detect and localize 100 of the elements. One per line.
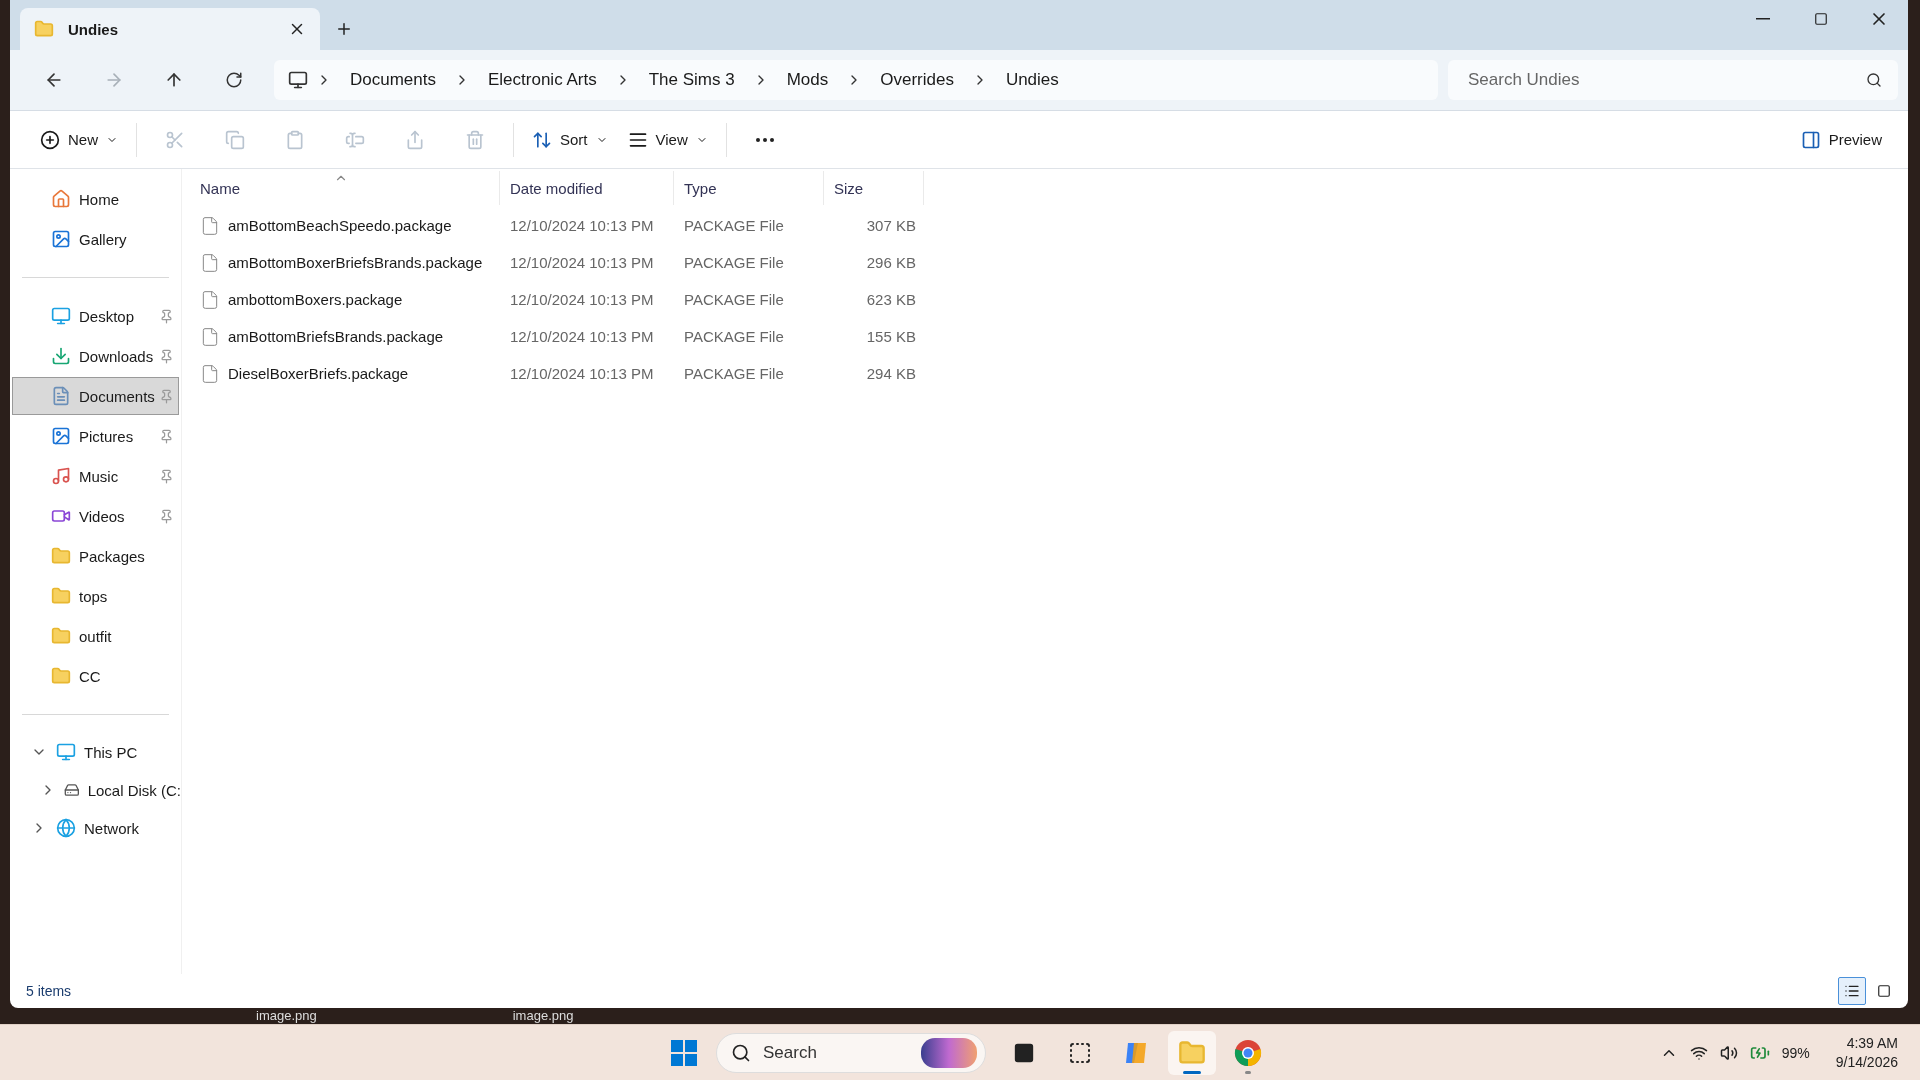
list-icon: [1844, 983, 1860, 999]
file-icon: [200, 252, 220, 273]
sidebar-item[interactable]: Pictures: [12, 417, 179, 455]
document-icon: [51, 386, 71, 406]
sidebar-label: tops: [79, 587, 108, 605]
battery-percent: 99%: [1781, 1044, 1810, 1061]
file-icon: [200, 289, 220, 310]
folder-icon: [51, 626, 71, 646]
table-cell-text: 12/10/2024 10:13 PM: [509, 217, 655, 234]
sidebar-item[interactable]: Gallery: [12, 220, 179, 258]
volume-icon[interactable]: [1719, 1043, 1738, 1062]
file-icon: [200, 326, 220, 347]
search-input[interactable]: Search Undies: [1466, 69, 1866, 91]
breadcrumb[interactable]: Overrides: [870, 66, 964, 94]
desktop-file-label[interactable]: image.png: [512, 1009, 574, 1023]
download-icon: [51, 346, 71, 366]
sidebar-item[interactable]: Documents: [12, 377, 179, 415]
sort-button[interactable]: Sort: [522, 123, 618, 156]
gallery-icon: [51, 229, 71, 249]
table-cell-text: 294 KB: [865, 365, 917, 382]
table-cell-text: 155 KB: [865, 328, 917, 345]
sidebar-label: CC: [79, 667, 101, 685]
sidebar-label: outfit: [79, 627, 112, 645]
breadcrumb[interactable]: Documents: [340, 66, 446, 94]
table-cell-text: 12/10/2024 10:13 PM: [509, 291, 655, 308]
details-view-button[interactable]: [1838, 977, 1866, 1005]
view-button[interactable]: View: [617, 123, 718, 156]
breadcrumb[interactable]: Undies: [995, 66, 1069, 94]
sidebar-item[interactable]: tops: [12, 577, 179, 615]
sidebar-item[interactable]: Videos: [12, 497, 179, 535]
address-bar[interactable]: Documents Electronic Arts The Sims 3 Mods Overrides Undies: [274, 60, 1438, 100]
sidebar-item[interactable]: Downloads: [12, 337, 179, 375]
table-cell-text: PACKAGE File: [683, 365, 785, 382]
sidebar-item[interactable]: Local Disk (C:: [87, 781, 181, 799]
panel-icon: [1800, 129, 1821, 150]
sidebar-item[interactable]: outfit: [12, 617, 179, 655]
share-icon: [405, 129, 425, 150]
music-icon: [51, 466, 71, 486]
minimize-icon: [1756, 18, 1770, 20]
computer-icon: [56, 742, 76, 762]
file-name[interactable]: amBottomBoxerBriefsBrands.package: [228, 254, 483, 271]
column-header[interactable]: Name: [190, 171, 500, 205]
taskbar-search-field[interactable]: Search: [716, 1033, 986, 1073]
table-cell-text: 12/10/2024 10:13 PM: [509, 328, 655, 345]
column-header[interactable]: Date modified: [500, 171, 674, 205]
preview-button[interactable]: Preview: [1790, 123, 1892, 156]
sidebar-label: Pictures: [79, 427, 134, 445]
file-name[interactable]: DieselBoxerBriefs.package: [228, 365, 409, 382]
plus-icon: [335, 20, 353, 38]
picture-icon: [51, 426, 71, 446]
file-name[interactable]: amBottomBeachSpeedo.package: [228, 217, 452, 234]
file-name[interactable]: ambottomBoxers.package: [228, 291, 403, 308]
square-icon: [1877, 984, 1891, 998]
more-icon: [755, 137, 774, 142]
sidebar-label: Documents: [79, 387, 155, 405]
new-button[interactable]: New: [30, 123, 128, 156]
search-field[interactable]: Search Undies: [1448, 60, 1898, 100]
scissors-icon: [165, 129, 185, 150]
sidebar-item[interactable]: Network: [84, 819, 139, 837]
table-cell-text: PACKAGE File: [683, 328, 785, 345]
breadcrumb[interactable]: Mods: [776, 66, 839, 94]
table-cell-text: PACKAGE File: [683, 291, 785, 308]
copy-icon: [225, 129, 245, 150]
file-icon: [200, 215, 220, 236]
window-tab[interactable]: Undies: [20, 8, 320, 50]
file-name[interactable]: amBottomBriefsBrands.package: [228, 328, 444, 345]
plus-circle-icon: [40, 129, 60, 150]
table-cell-text: PACKAGE File: [683, 217, 785, 234]
search-icon: [731, 1043, 751, 1063]
desktop-file-label[interactable]: image.png: [256, 1009, 317, 1023]
desktop-icon: [51, 306, 71, 326]
sidebar-item[interactable]: Home: [12, 180, 179, 218]
sidebar-item[interactable]: CC: [12, 657, 179, 695]
folder-icon: [51, 586, 71, 606]
chrome-logo-icon: [1234, 1039, 1262, 1067]
clock[interactable]: 4:39 AM 9/14/2026: [1835, 1035, 1898, 1070]
sidebar-item[interactable]: This PC: [84, 743, 138, 761]
sidebar-label: Desktop: [79, 307, 135, 325]
table-cell-text: 623 KB: [865, 291, 917, 308]
table-cell-text: 296 KB: [865, 254, 917, 271]
breadcrumb[interactable]: The Sims 3: [638, 66, 745, 94]
breadcrumb[interactable]: Electronic Arts: [478, 66, 607, 94]
sidebar-item[interactable]: Desktop: [12, 297, 179, 335]
file-icon: [200, 363, 220, 384]
sidebar-item[interactable]: Music: [12, 457, 179, 495]
sidebar-label: Home: [79, 190, 119, 208]
trash-icon: [465, 129, 485, 150]
search-highlight-picture: [921, 1038, 977, 1068]
column-header[interactable]: Size: [824, 171, 924, 205]
folder-icon: [51, 546, 71, 566]
computer-icon: [288, 70, 308, 90]
sidebar-label: Gallery: [79, 230, 127, 248]
folder-icon: [51, 666, 71, 686]
table-cell-text: 307 KB: [865, 217, 917, 234]
windows-logo-icon: [671, 1040, 697, 1066]
sidebar-label: Downloads: [79, 347, 154, 365]
table-cell-text: 12/10/2024 10:13 PM: [509, 365, 655, 382]
folder-icon: [1178, 1039, 1206, 1067]
column-header[interactable]: Type: [674, 171, 824, 205]
sidebar-item[interactable]: Packages: [12, 537, 179, 575]
